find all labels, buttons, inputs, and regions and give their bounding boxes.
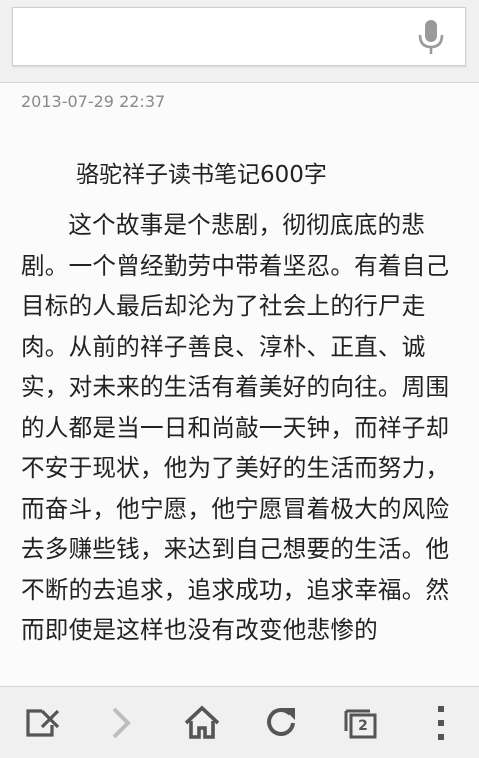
refresh-icon	[259, 701, 303, 745]
tab-count: 2	[358, 718, 368, 734]
menu-button[interactable]	[420, 701, 464, 745]
search-box[interactable]	[12, 7, 466, 66]
tabs-icon: 2	[341, 701, 385, 745]
close-page-button[interactable]	[22, 701, 66, 745]
menu-icon	[420, 701, 464, 745]
forward-button[interactable]	[100, 701, 144, 745]
post-timestamp: 2013-07-29 22:37	[21, 92, 166, 111]
refresh-button[interactable]	[259, 701, 303, 745]
close-page-icon	[22, 701, 66, 745]
search-bar	[0, 0, 479, 83]
home-icon	[180, 701, 224, 745]
article-body: 这个故事是个悲剧，彻彻底底的悲剧。一个曾经勤劳中带着坚忍。有着自己目标的人最后却…	[21, 211, 450, 644]
article-title: 骆驼祥子读书笔记600字	[76, 162, 327, 188]
bottom-toolbar: 2	[0, 686, 479, 758]
forward-icon	[100, 701, 144, 745]
article-content[interactable]: 2013-07-29 22:37 骆驼祥子读书笔记600字 这个故事是个悲剧，彻…	[0, 83, 479, 686]
search-input[interactable]	[23, 16, 407, 60]
mic-icon[interactable]	[415, 20, 447, 56]
tabs-button[interactable]: 2	[341, 701, 385, 745]
home-button[interactable]	[180, 701, 224, 745]
